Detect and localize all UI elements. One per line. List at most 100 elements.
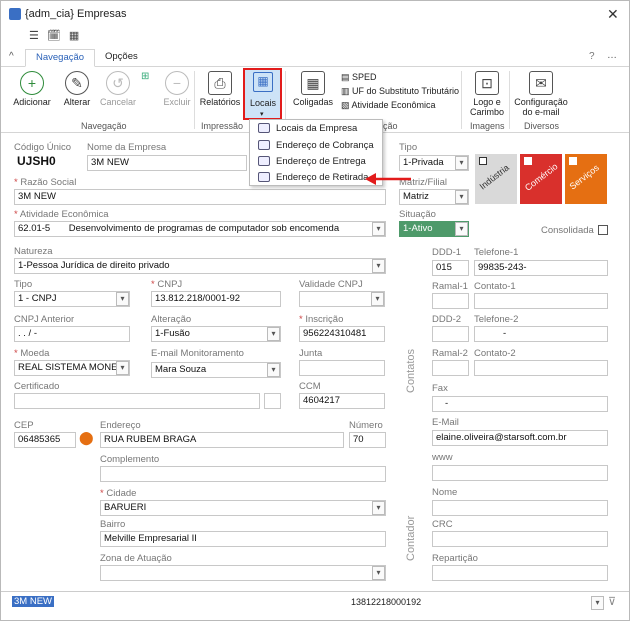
chevron-down-icon[interactable]: ▾ xyxy=(455,156,468,170)
nome-field[interactable]: 3M NEW xyxy=(87,155,247,171)
tab-navegacao[interactable]: Navegação xyxy=(25,49,96,67)
logo-carimbo-button[interactable]: ⊡ Logo e Carimbo xyxy=(465,69,509,117)
add-button[interactable]: + Adicionar xyxy=(11,69,53,107)
menu-item-endereco-entrega[interactable]: Endereço de Entrega xyxy=(258,155,366,169)
locais-button[interactable]: ▦ Locais ▾ xyxy=(243,68,282,120)
telefone2-field[interactable]: - xyxy=(474,326,608,342)
quick-access-icon[interactable]: ☰ xyxy=(29,30,47,42)
contador-section-label: Contador xyxy=(405,515,417,561)
reparticao-field[interactable] xyxy=(432,565,608,581)
servicos-checkbox[interactable] xyxy=(569,157,577,165)
separator xyxy=(461,71,462,129)
bairro-field[interactable]: Melville Empresarial II xyxy=(100,531,386,547)
tipo2-select[interactable]: 1 - CNPJ xyxy=(14,291,130,307)
chevron-down-icon[interactable]: ▾ xyxy=(372,222,385,236)
contador-nome-field[interactable] xyxy=(432,500,608,516)
coligadas-button[interactable]: ▦ Coligadas xyxy=(289,69,337,107)
fax-field[interactable]: - xyxy=(432,396,608,412)
certificado-browse-button[interactable] xyxy=(264,393,281,409)
chevron-down-icon[interactable]: ▾ xyxy=(455,222,468,236)
chevron-down-icon[interactable]: ▾ xyxy=(372,501,385,515)
zona-label: Zona de Atuação xyxy=(100,553,172,564)
email-field[interactable]: elaine.oliveira@starsoft.com.br xyxy=(432,430,608,446)
numero-field[interactable]: 70 xyxy=(349,432,386,448)
complemento-field[interactable] xyxy=(100,466,386,482)
certificado-label: Certificado xyxy=(14,381,60,392)
group-diversos: Diversos xyxy=(524,121,560,131)
inscricao-field[interactable]: 956224310481 xyxy=(299,326,385,342)
zona-select[interactable] xyxy=(100,565,386,581)
consolidada-checkbox[interactable] xyxy=(598,225,608,235)
chevron-down-icon[interactable]: ▾ xyxy=(267,363,280,377)
comercio-tile[interactable]: Comércio xyxy=(520,154,562,204)
comercio-checkbox[interactable] xyxy=(524,157,532,165)
codigo-field[interactable]: UJSH0 xyxy=(14,154,82,170)
junta-field[interactable] xyxy=(299,360,385,376)
www-field[interactable] xyxy=(432,465,608,481)
cancel-button[interactable]: ↺ Cancelar xyxy=(97,69,139,107)
help-icon[interactable]: ? xyxy=(589,51,595,62)
list-icon: ▧ xyxy=(341,100,352,110)
alteracao-label: Alteração xyxy=(151,314,192,325)
industria-checkbox[interactable] xyxy=(479,157,487,165)
grid-icon[interactable]: ▦ xyxy=(69,30,87,42)
ramal2-field[interactable] xyxy=(432,360,469,376)
chevron-down-icon[interactable]: ▾ xyxy=(372,259,385,273)
ddd1-field[interactable]: 015 xyxy=(432,260,469,276)
atividade-economica-button[interactable]: ▧ Atividade Econômica xyxy=(341,100,436,111)
cnpj-anterior-field[interactable]: . . / - xyxy=(14,326,130,342)
moeda-select[interactable]: REAL SISTEMA MONETA xyxy=(14,360,130,376)
razao-field[interactable]: 3M NEW xyxy=(14,189,386,205)
menu-item-label: Endereço de Cobrança xyxy=(276,140,374,151)
chevron-down-icon[interactable]: ▾ xyxy=(267,327,280,341)
quick-access-toolbar: ☰🗓▦ xyxy=(29,29,87,42)
chevron-down-icon[interactable]: ▾ xyxy=(116,292,129,306)
ddd2-field[interactable] xyxy=(432,326,469,342)
email-config-button[interactable]: ✉ Configuração do e-mail xyxy=(513,69,569,117)
filter-icon[interactable]: ⊽ xyxy=(608,595,616,608)
telefone1-field[interactable]: 99835-243- xyxy=(474,260,608,276)
alteracao-select[interactable]: 1-Fusão xyxy=(151,326,281,342)
status-company-name[interactable]: 3M NEW xyxy=(12,596,54,607)
chevron-down-icon[interactable]: ▾ xyxy=(116,361,129,375)
sped-button[interactable]: ▤ SPED xyxy=(341,72,377,83)
collapse-ribbon-icon[interactable]: ^ xyxy=(9,51,14,62)
cep-field[interactable]: 06485365 xyxy=(14,432,76,448)
email-label: E-Mail xyxy=(432,417,459,428)
crc-field[interactable] xyxy=(432,531,608,547)
menu-item-locais-empresa[interactable]: Locais da Empresa xyxy=(258,122,357,136)
chevron-down-icon[interactable]: ▾ xyxy=(372,566,385,580)
endereco-field[interactable]: RUA RUBEM BRAGA xyxy=(100,432,344,448)
chevron-down-icon[interactable]: ▾ xyxy=(591,596,604,610)
cidade-select[interactable]: BARUERI xyxy=(100,500,386,516)
menu-item-endereco-retirada[interactable]: Endereço de Retirada xyxy=(258,171,368,185)
more-icon[interactable]: … xyxy=(607,50,617,61)
certificado-field[interactable] xyxy=(14,393,260,409)
contato1-field[interactable] xyxy=(474,293,608,309)
map-pin-icon[interactable]: ⬤ xyxy=(79,430,94,446)
delete-button[interactable]: − Excluir xyxy=(157,69,197,107)
reports-button[interactable]: ⎙ Relatórios xyxy=(199,69,241,107)
tab-opcoes[interactable]: Opções xyxy=(95,49,148,67)
calendar-icon[interactable]: 🗓 xyxy=(47,30,69,42)
contato2-field[interactable] xyxy=(474,360,608,376)
natureza-select[interactable]: 1-Pessoa Jurídica de direito privado xyxy=(14,258,386,274)
ccm-field[interactable]: 4604217 xyxy=(299,393,385,409)
edit-button[interactable]: ✎ Alterar xyxy=(57,69,97,107)
ramal1-field[interactable] xyxy=(432,293,469,309)
group-impressao: Impressão xyxy=(201,121,244,131)
atividade-select[interactable]: 62.01-5 Desenvolvimento de programas de … xyxy=(14,221,386,237)
close-icon[interactable]: ✕ xyxy=(607,6,619,23)
chevron-down-icon[interactable]: ▾ xyxy=(371,292,384,306)
industria-tile[interactable]: Indústria xyxy=(475,154,517,204)
www-label: www xyxy=(432,452,453,463)
servicos-tile[interactable]: Serviços xyxy=(565,154,607,204)
menu-item-endereco-cobranca[interactable]: Endereço de Cobrança xyxy=(258,139,374,153)
uf-substituto-button[interactable]: ▥ UF do Substituto Tributário xyxy=(341,86,459,97)
email-monitoramento-select[interactable]: Mara Souza xyxy=(151,362,281,378)
chevron-down-icon[interactable]: ▾ xyxy=(455,190,468,204)
save-icon[interactable]: ⊞ xyxy=(141,71,149,82)
address-icon xyxy=(258,156,270,167)
cnpj-field[interactable]: 13.812.218/0001-92 xyxy=(151,291,281,307)
telefone1-label: Telefone-1 xyxy=(474,247,519,258)
